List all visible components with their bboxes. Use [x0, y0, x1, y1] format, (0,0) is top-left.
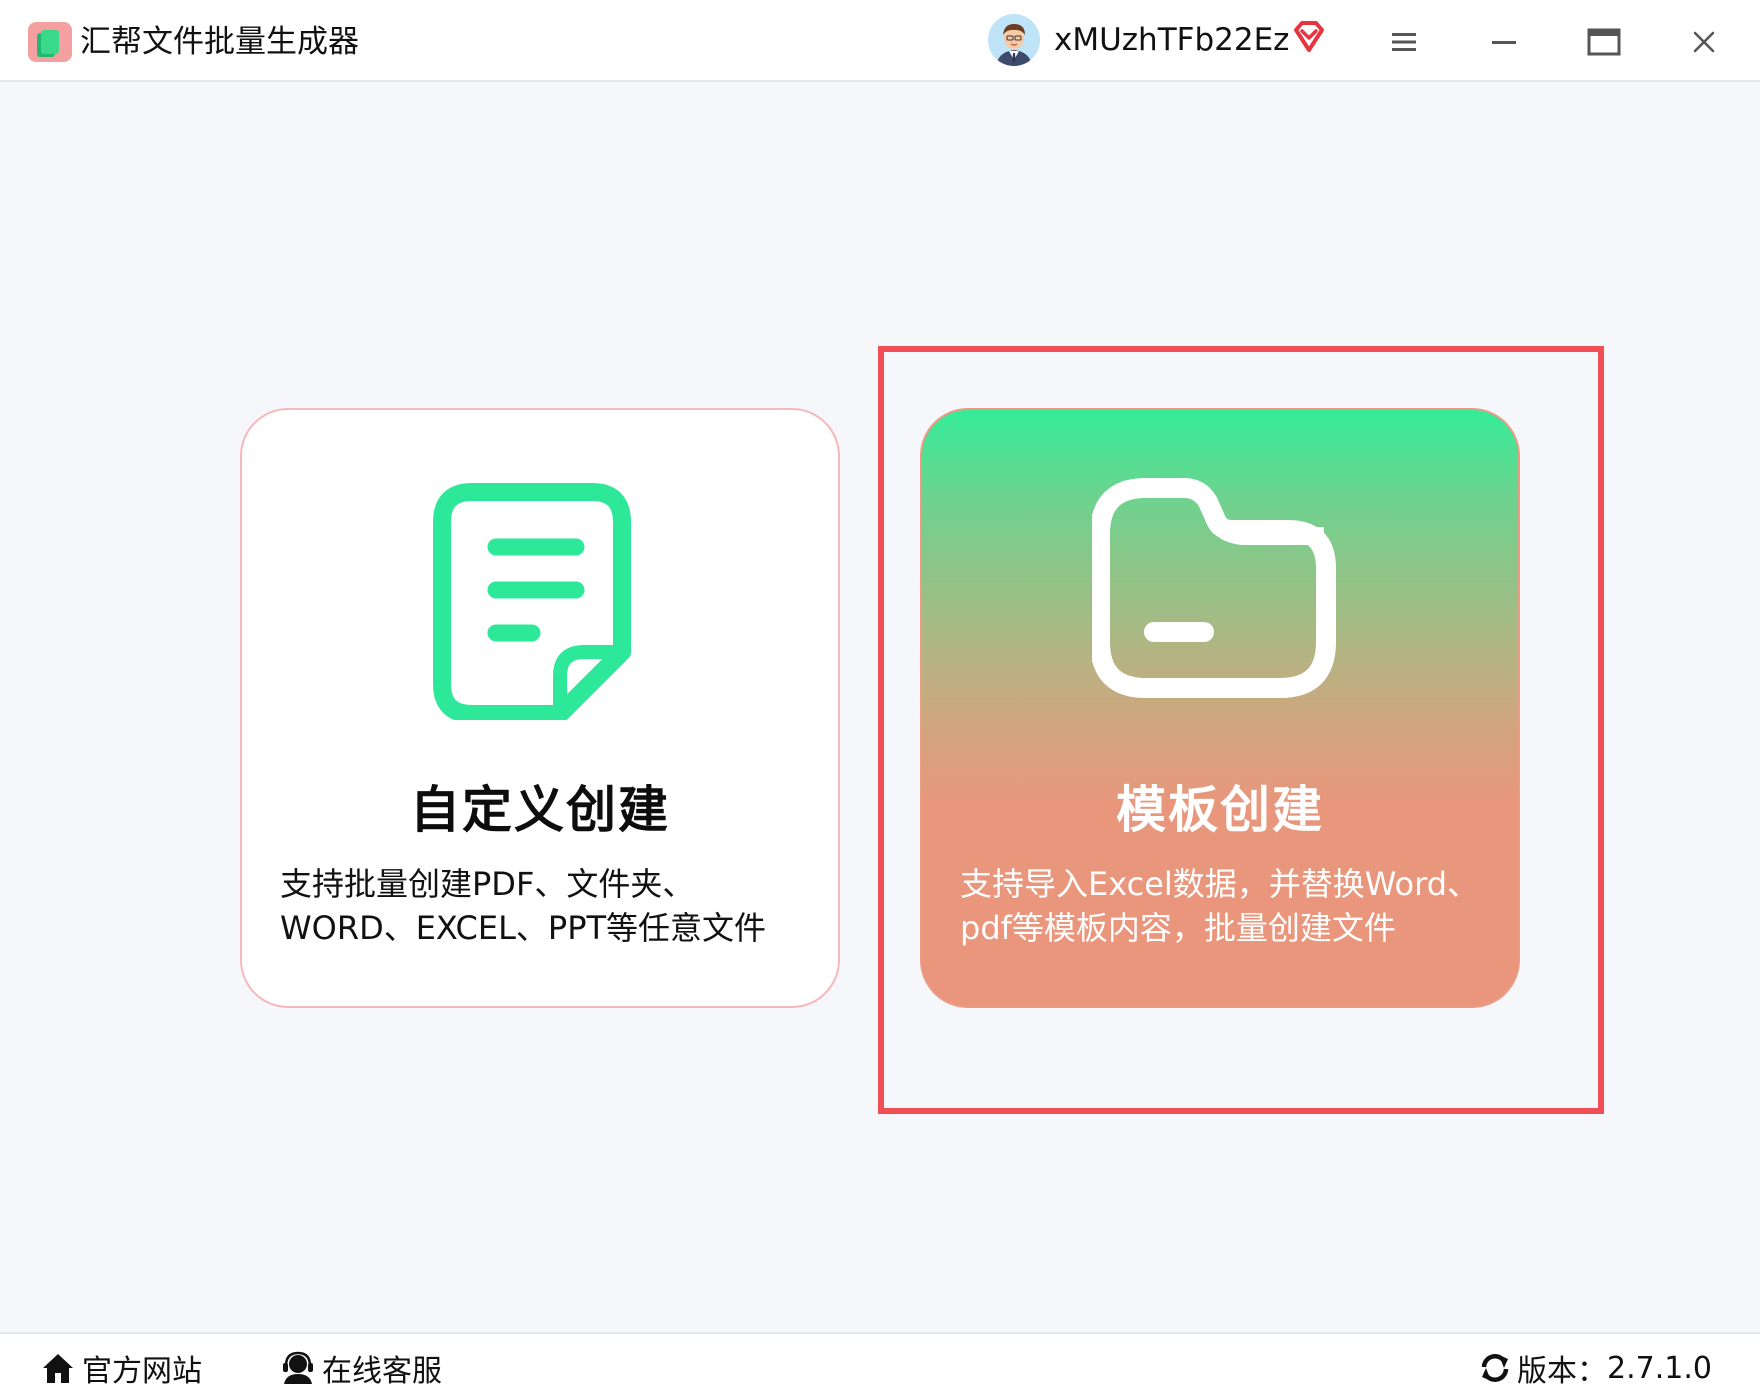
online-support-link[interactable]: 在线客服	[280, 1346, 442, 1390]
template-create-card[interactable]: 模板创建 支持导入Excel数据，并替换Word、 pdf等模板内容，批量创建文…	[920, 408, 1520, 1008]
vip-diamond-icon[interactable]	[1290, 18, 1328, 56]
title-bar: 汇帮文件批量生成器 xMUzhTFb22Ez	[0, 0, 1760, 82]
refresh-icon	[1481, 1354, 1509, 1382]
folder-icon	[1090, 472, 1352, 716]
app-window: 汇帮文件批量生成器 xMUzhTFb22Ez 自定义创建 支持批量创建PDF、文…	[0, 0, 1760, 1400]
status-bar: 官方网站 在线客服 版本： 2.7.1.0	[0, 1332, 1760, 1400]
app-title: 汇帮文件批量生成器	[80, 24, 359, 60]
custom-create-card[interactable]: 自定义创建 支持批量创建PDF、文件夹、 WORD、EXCEL、PPT等任意文件	[240, 408, 840, 1008]
template-create-title: 模板创建	[1116, 781, 1324, 839]
custom-create-title: 自定义创建	[410, 781, 670, 839]
close-icon	[1693, 31, 1715, 53]
template-create-description: 支持导入Excel数据，并替换Word、 pdf等模板内容，批量创建文件	[960, 865, 1480, 947]
version-info[interactable]: 版本： 2.7.1.0	[1477, 1346, 1712, 1390]
custom-create-description: 支持批量创建PDF、文件夹、 WORD、EXCEL、PPT等任意文件	[280, 865, 767, 947]
version-number: 2.7.1.0	[1607, 1350, 1712, 1386]
minimize-button[interactable]	[1480, 18, 1528, 66]
maximize-button[interactable]	[1580, 18, 1628, 66]
minimize-icon	[1492, 41, 1516, 44]
document-icon	[432, 480, 632, 724]
username[interactable]: xMUzhTFb22Ez	[1054, 18, 1289, 62]
app-logo-icon	[28, 22, 72, 62]
close-button[interactable]	[1680, 18, 1728, 66]
hamburger-menu-icon	[1392, 33, 1416, 51]
menu-button[interactable]	[1380, 18, 1428, 66]
user-avatar[interactable]	[988, 14, 1040, 66]
headset-icon	[283, 1351, 313, 1384]
home-icon	[43, 1354, 73, 1383]
maximize-icon	[1587, 28, 1621, 56]
official-website-link[interactable]: 官方网站	[40, 1346, 202, 1390]
version-label: 版本：	[1517, 1354, 1608, 1389]
